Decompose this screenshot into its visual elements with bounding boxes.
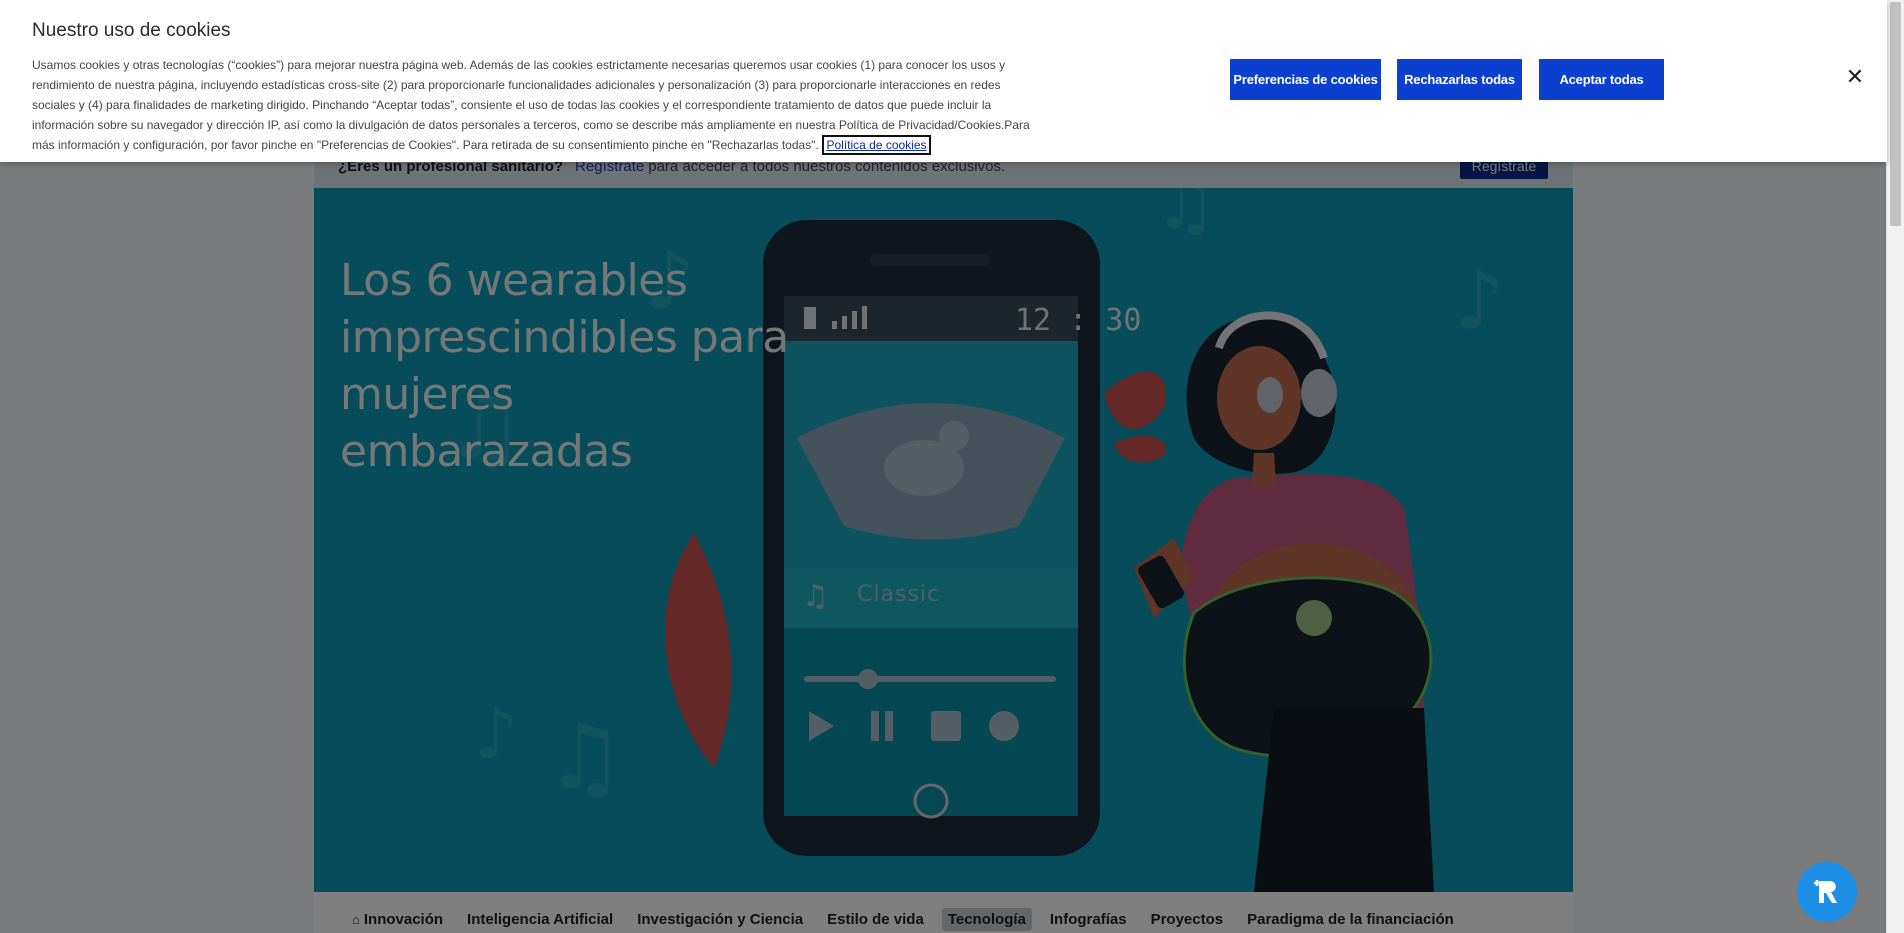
page-scrollbar[interactable] (1886, 0, 1904, 933)
close-icon[interactable]: ✕ (1845, 66, 1865, 88)
chat-bot-icon (1814, 880, 1837, 903)
chat-widget-button[interactable] (1797, 862, 1857, 922)
cookie-banner-title: Nuestro uso de cookies (32, 20, 231, 41)
cookie-banner-text: Usamos cookies y otras tecnologías (“coo… (32, 55, 1032, 155)
cookie-banner: Nuestro uso de cookies Usamos cookies y … (0, 0, 1887, 162)
reject-all-button[interactable]: Rechazarlas todas (1397, 59, 1522, 100)
cookie-policy-link[interactable]: Política de cookies (822, 135, 931, 155)
cookie-preferences-button[interactable]: Preferencias de cookies (1230, 59, 1381, 100)
scrollbar-thumb[interactable] (1890, 2, 1901, 226)
accept-all-button[interactable]: Aceptar todas (1539, 59, 1664, 100)
